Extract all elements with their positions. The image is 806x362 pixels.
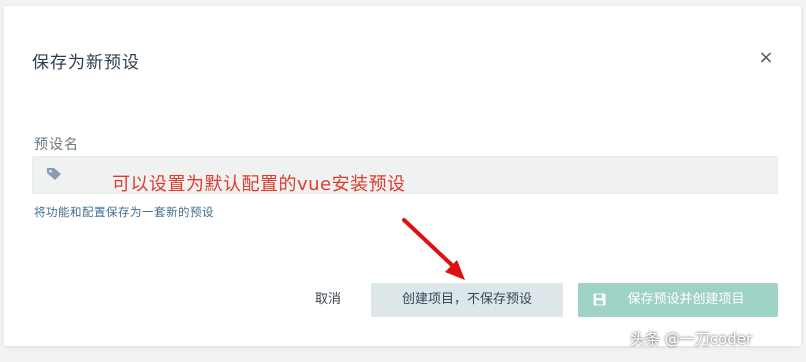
floppy-disk-icon bbox=[593, 293, 606, 306]
dialog-title: 保存为新预设 bbox=[32, 53, 140, 73]
cancel-button[interactable]: 取消 bbox=[298, 283, 358, 317]
preset-name-label: 预设名 bbox=[34, 137, 79, 153]
tag-icon bbox=[47, 168, 61, 180]
red-annotation-text: 可以设置为默认配置的vue安装预设 bbox=[112, 174, 406, 195]
save-preset-and-create-button[interactable]: 保存预设并创建项目 bbox=[578, 283, 778, 317]
field-hint: 将功能和配置保存为一套新的预设 bbox=[34, 205, 214, 219]
create-without-saving-button[interactable]: 创建项目，不保存预设 bbox=[371, 283, 563, 317]
close-icon[interactable]: × bbox=[756, 48, 776, 68]
save-preset-dialog: 保存为新预设 × 预设名 可以设置为默认配置的vue安装预设 将功能和配置保存为… bbox=[4, 6, 801, 346]
save-preset-label: 保存预设并创建项目 bbox=[627, 292, 745, 307]
watermark: 头条 @一刀coder bbox=[630, 330, 753, 348]
red-arrow-annotation bbox=[402, 218, 465, 280]
